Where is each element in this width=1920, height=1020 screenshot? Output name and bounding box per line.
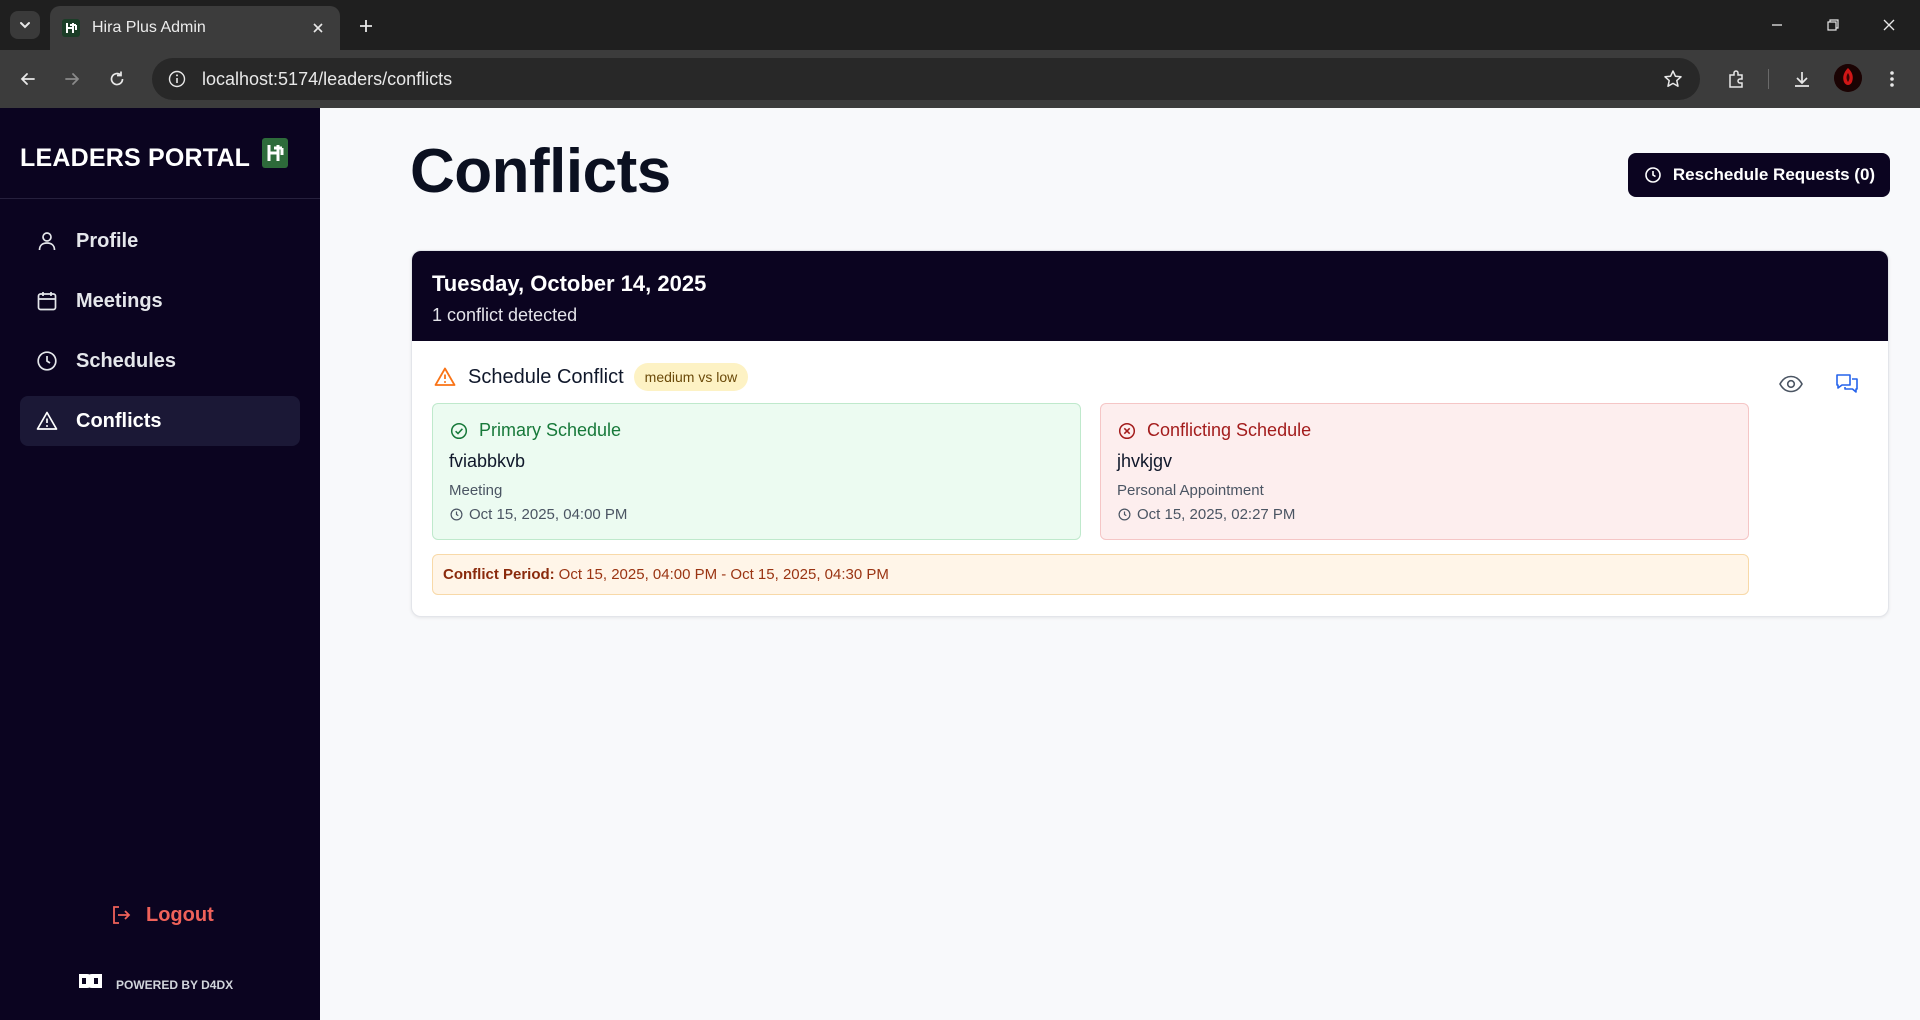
conflict-date-card: Tuesday, October 14, 2025 1 conflict det…: [411, 250, 1889, 617]
conflict-date-header: Tuesday, October 14, 2025 1 conflict det…: [412, 251, 1888, 341]
brand-title: LEADERS PORTAL: [20, 144, 251, 172]
conflicting-schedule-type: Personal Appointment: [1117, 482, 1264, 499]
sidebar: LEADERS PORTAL Profile Meetings Schedule…: [0, 108, 320, 1020]
severity-badge: medium vs low: [633, 363, 749, 391]
user-icon: [34, 228, 60, 254]
profile-avatar[interactable]: [1834, 64, 1862, 92]
warning-icon: [34, 408, 60, 434]
conflicting-schedule-heading: Conflicting Schedule: [1117, 420, 1732, 441]
sidebar-item-label: Conflicts: [76, 409, 162, 432]
page-title: Conflicts: [410, 137, 671, 206]
chat-bubbles-icon[interactable]: [1832, 369, 1862, 399]
primary-schedule-name: fviabbkvb: [449, 451, 526, 471]
reschedule-requests-button[interactable]: Reschedule Requests (0): [1628, 153, 1890, 197]
browser-navbar: localhost:5174/leaders/conflicts: [0, 50, 1920, 108]
sidebar-item-meetings[interactable]: Meetings: [20, 276, 300, 326]
x-circle-icon: [1117, 421, 1137, 441]
browser-tabbar: Hira Plus Admin: [0, 0, 1920, 50]
sidebar-item-profile[interactable]: Profile: [20, 216, 300, 266]
primary-schedule-card[interactable]: Primary Schedule fviabbkvb Meeting Oct 1…: [432, 403, 1081, 540]
logout-button[interactable]: Logout: [108, 902, 214, 928]
check-circle-icon: [449, 421, 469, 441]
tab-close-icon[interactable]: [308, 18, 328, 38]
conflicting-schedule-time: Oct 15, 2025, 02:27 PM: [1117, 506, 1732, 523]
logout-icon: [108, 902, 134, 928]
primary-schedule-time: Oct 15, 2025, 04:00 PM: [449, 506, 1064, 523]
conflict-count: 1 conflict detected: [432, 305, 578, 325]
sidebar-item-label: Meetings: [76, 289, 163, 312]
powered-by-text: POWERED BY D4DX: [116, 978, 234, 992]
sidebar-menu: Profile Meetings Schedules Conflicts: [20, 216, 300, 456]
sidebar-item-conflicts[interactable]: Conflicts: [20, 396, 300, 446]
warning-icon: [432, 364, 458, 390]
tab-search-button[interactable]: [10, 11, 40, 39]
sidebar-item-label: Schedules: [76, 349, 177, 372]
clock-icon: [34, 348, 60, 374]
sidebar-item-label: Profile: [76, 229, 139, 252]
conflict-period-label: Conflict Period:: [443, 566, 555, 583]
primary-schedule-type: Meeting: [449, 482, 503, 499]
toolbar-separator: [1768, 69, 1769, 89]
hira-favicon-icon: [62, 19, 80, 37]
browser-tab[interactable]: Hira Plus Admin: [50, 6, 340, 50]
view-eye-icon[interactable]: [1776, 369, 1806, 399]
hira-logo-icon: [262, 138, 288, 168]
reload-icon[interactable]: [101, 63, 133, 95]
calendar-icon: [34, 288, 60, 314]
close-window-icon[interactable]: [1866, 10, 1912, 40]
clock-icon: [449, 508, 463, 522]
bookmark-star-icon[interactable]: [1660, 66, 1686, 92]
minimize-icon[interactable]: [1754, 10, 1800, 40]
logout-label: Logout: [146, 903, 214, 926]
site-info-icon[interactable]: [166, 68, 188, 90]
primary-schedule-time-text: Oct 15, 2025, 04:00 PM: [469, 506, 628, 523]
primary-schedule-heading-text: Primary Schedule: [479, 420, 622, 440]
sidebar-item-schedules[interactable]: Schedules: [20, 336, 300, 386]
sidebar-divider: [0, 198, 320, 199]
restore-icon[interactable]: [1810, 10, 1856, 40]
url-text[interactable]: localhost:5174/leaders/conflicts: [202, 69, 1660, 90]
download-icon[interactable]: [1786, 63, 1818, 95]
conflict-title: Schedule Conflict: [468, 365, 624, 388]
new-tab-plus-icon[interactable]: [352, 12, 380, 40]
more-menu-icon[interactable]: [1876, 63, 1908, 95]
chevron-down-icon: [20, 22, 30, 29]
forward-arrow-icon[interactable]: [56, 63, 88, 95]
conflict-date: Tuesday, October 14, 2025: [432, 271, 707, 296]
clock-icon: [1643, 165, 1663, 185]
reschedule-requests-label: Reschedule Requests (0): [1672, 165, 1876, 184]
powered-by: POWERED BY D4DX: [76, 970, 233, 1000]
d4dx-logo-icon: [76, 970, 106, 1000]
conflict-title-row: Schedule Conflict medium vs low: [432, 363, 749, 391]
conflicting-schedule-card[interactable]: Conflicting Schedule jhvkjgv Personal Ap…: [1100, 403, 1749, 540]
primary-schedule-heading: Primary Schedule: [449, 420, 1064, 441]
conflict-period: Conflict Period: Oct 15, 2025, 04:00 PM …: [432, 554, 1749, 595]
conflicting-schedule-time-text: Oct 15, 2025, 02:27 PM: [1137, 506, 1296, 523]
address-bar[interactable]: localhost:5174/leaders/conflicts: [152, 58, 1700, 100]
conflicting-schedule-name: jhvkjgv: [1117, 451, 1173, 471]
back-arrow-icon[interactable]: [12, 63, 44, 95]
conflict-period-value: Oct 15, 2025, 04:00 PM - Oct 15, 2025, 0…: [558, 566, 889, 583]
clock-icon: [1117, 508, 1131, 522]
extensions-icon[interactable]: [1720, 63, 1752, 95]
conflicting-schedule-heading-text: Conflicting Schedule: [1147, 420, 1312, 440]
tab-title: Hira Plus Admin: [92, 19, 206, 36]
